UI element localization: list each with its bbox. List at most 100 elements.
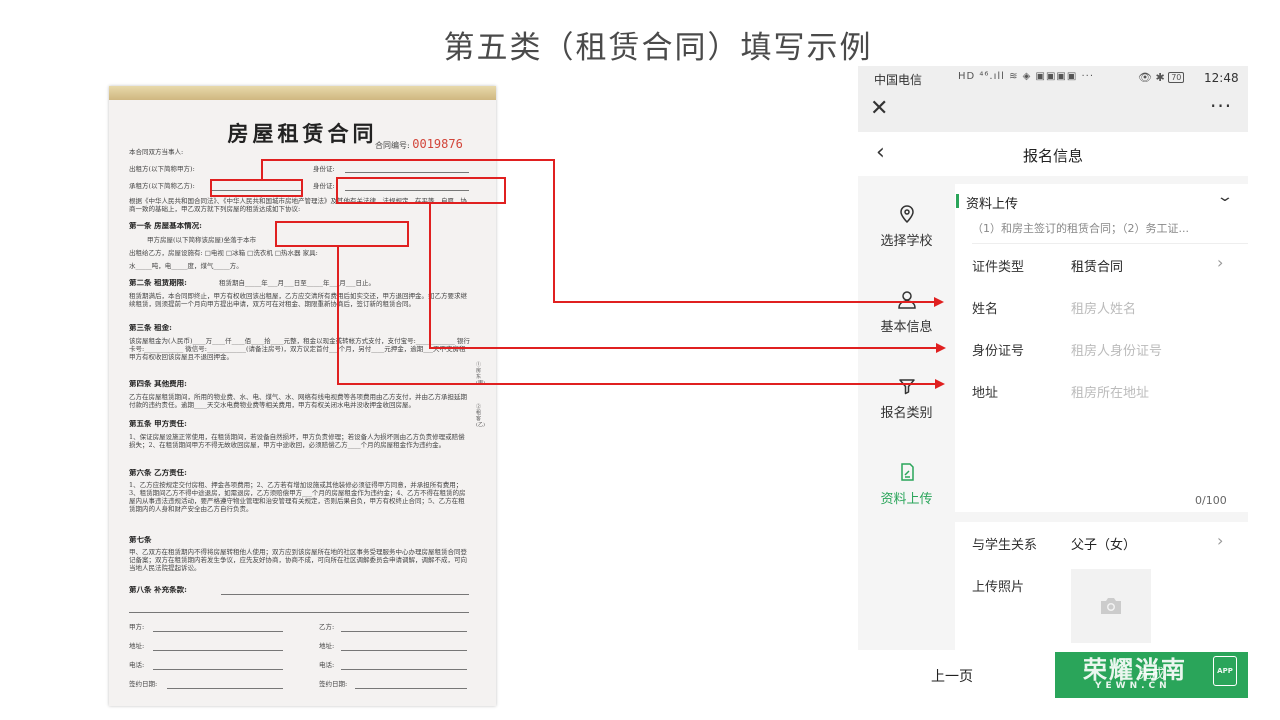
sign-date-b: 签约日期:: [319, 680, 348, 688]
blank-line: [211, 190, 301, 191]
sign-phone-b: 电话:: [319, 661, 335, 669]
sidebar-item-select-school[interactable]: 选择学校: [858, 204, 955, 249]
name-input[interactable]: 租房人姓名: [1071, 298, 1136, 317]
relation-row[interactable]: 与学生关系 父子（女） ›: [955, 522, 1248, 564]
webview-top-bar: ✕ ···: [858, 90, 1248, 132]
blank-line: [221, 594, 469, 595]
blank-line: [355, 688, 467, 689]
chevron-right-icon: ›: [1217, 253, 1224, 272]
id-number-label: 身份证号: [972, 344, 1025, 359]
rental-contract-document: 房屋租赁合同 合同编号: 0019876 本合同双方当事人: 出租方(以下简称甲…: [109, 86, 496, 706]
blank-line: [153, 631, 283, 632]
contract-article-3-body: 该房屋租金为(人民币)____万____仟____佰____拾____元整，租金…: [129, 337, 470, 361]
close-icon[interactable]: ✕: [870, 96, 888, 121]
blank-line: [341, 650, 467, 651]
address-row: 地址 租房所在地址: [955, 370, 1248, 412]
contract-intro: 根据《中华人民共和国合同法》、《中华人民共和国城市房地产管理法》及其他有关法律、…: [129, 197, 467, 213]
form-panel: 资料上传 ⌄ （1）和房主签订的租赁合同；（2）务工证... 证件类型 租赁合同…: [955, 184, 1248, 650]
contract-article-2-body: 租赁期自_____年___月___日至_____年___月___日止。: [219, 279, 375, 287]
contract-article-6: 第六条 乙方责任:: [129, 469, 187, 477]
id-number-input[interactable]: 租房人身份证号: [1071, 340, 1162, 359]
relation-label: 与学生关系: [972, 538, 1038, 553]
contract-article-7-body: 甲、乙双方在租赁期内不得将房屋转租他人使用；双方应到该房屋所在地的社区事务受理服…: [129, 548, 467, 572]
document-edit-icon: [900, 463, 914, 481]
more-options-button[interactable]: ···: [1210, 94, 1232, 118]
contract-lessee-line: 承租方(以下简称乙方):: [129, 182, 195, 190]
sidebar-item-basic-info[interactable]: 基本信息: [858, 290, 955, 335]
status-time: 12:48: [1204, 71, 1239, 85]
relation-value: 父子（女）: [1071, 538, 1137, 553]
address-label: 地址: [972, 386, 999, 401]
sign-party-b: 乙方:: [319, 623, 335, 631]
nav-bar: ‹ 报名信息: [858, 132, 1248, 176]
blank-line: [153, 650, 283, 651]
name-row: 姓名 租房人姓名: [955, 286, 1248, 328]
contract-article-1-body-2: 出租给乙方，房屋设施有: □电视 □冰箱 □洗衣机 □热水器 家具:: [129, 249, 318, 257]
address-input[interactable]: 租房所在地址: [1071, 382, 1149, 401]
eye-bluetooth-icon: 👁 ✱: [1138, 71, 1165, 84]
sidebar-item-upload[interactable]: 资料上传: [858, 462, 955, 507]
doc-type-row[interactable]: 证件类型 租赁合同 ›: [955, 244, 1248, 286]
contract-article-5-body: 1、保证房屋设施正常使用，在租赁期间，若设备自然损坏，甲方负责修理；若设备人为损…: [129, 433, 465, 449]
section-title: 资料上传: [966, 197, 1019, 212]
blank-line: [345, 172, 469, 173]
contract-article-4: 第四条 其他费用:: [129, 380, 187, 388]
carrier-name: 中国电信: [874, 73, 923, 87]
section-header[interactable]: 资料上传 ⌄: [955, 184, 1248, 222]
section-description: （1）和房主签订的租赁合同；（2）务工证...: [972, 222, 1189, 235]
contract-id-card-2: 身份证:: [313, 182, 335, 190]
sign-date-a: 签约日期:: [129, 680, 158, 688]
section-accent-bar: [956, 194, 959, 208]
side-note-tenant: ②租客(乙): [476, 404, 485, 428]
contract-article-2-body-2: 租赁期满后，本合同即终止，甲方有权收回该出租屋，乙方应交清所有费用后如实交还，甲…: [129, 292, 467, 308]
sign-phone-a: 电话:: [129, 661, 145, 669]
sidebar-item-category[interactable]: 报名类别: [858, 376, 955, 421]
chevron-right-icon: ›: [1217, 531, 1224, 550]
contract-article-8: 第八条 补充条款:: [129, 586, 187, 594]
done-button[interactable]: 完成: [1055, 652, 1248, 698]
location-pin-icon: [899, 205, 914, 224]
contract-lessor-line: 出租方(以下简称甲方):: [129, 165, 195, 173]
step-sidebar: 选择学校 基本信息 报名类别 资料上传: [858, 176, 955, 650]
sidebar-item-label: 基本信息: [880, 320, 933, 335]
contract-article-1-body: 甲方房屋(以下简称该房屋)坐落于本市: [147, 236, 257, 244]
contract-article-6-body: 1、乙方应按规定交付房租、押金各项费用；2、乙方若有增加设施或其他装修必须征得甲…: [129, 481, 466, 513]
page-title: 报名信息: [1022, 147, 1083, 165]
blank-line: [341, 669, 467, 670]
photo-upload-button[interactable]: [1071, 569, 1151, 643]
phone-screen: 中国电信 HD ⁴⁶.ıll ≋ ◈ ▣▣▣▣ ··· 👁 ✱ 70 12:48…: [858, 66, 1248, 700]
photo-label: 上传照片: [972, 580, 1025, 595]
blank-line: [345, 190, 469, 191]
signal-icon: HD ⁴⁶.ıll ≋ ◈ ▣▣▣▣ ···: [958, 71, 1095, 82]
sign-address-b: 地址:: [319, 642, 335, 650]
contract-article-3: 第三条 租金:: [129, 324, 172, 332]
sidebar-item-label: 选择学校: [880, 234, 933, 249]
blank-line: [153, 669, 283, 670]
section-gap: [955, 512, 1248, 522]
status-bar: 中国电信 HD ⁴⁶.ıll ≋ ◈ ▣▣▣▣ ··· 👁 ✱ 70 12:48: [858, 66, 1248, 90]
prev-page-button[interactable]: 上一页: [931, 666, 973, 686]
scroll-rod: [109, 86, 496, 100]
doc-type-label: 证件类型: [972, 260, 1025, 275]
chevron-down-icon[interactable]: ⌄: [1216, 189, 1234, 205]
person-icon: [897, 291, 916, 309]
blank-line: [167, 688, 283, 689]
bottom-action-bar: 上一页 完成: [858, 650, 1248, 700]
filter-icon: [898, 379, 915, 395]
blank-line: [341, 631, 467, 632]
contract-article-1: 第一条 房屋基本情况:: [129, 222, 202, 230]
contract-article-4-body: 乙方在房屋租赁期间，所用的物业费、水、电、煤气、水、网络有线电视费等各项费用由乙…: [129, 393, 467, 409]
contract-article-1-body-3: 水_____吨，电_____度，煤气_____方。: [129, 262, 243, 270]
sidebar-item-label: 报名类别: [880, 406, 933, 421]
battery-icon: 70: [1168, 72, 1185, 83]
contract-article-5: 第五条 甲方责任:: [129, 420, 187, 428]
blank-line: [129, 612, 469, 613]
id-number-row: 身份证号 租房人身份证号: [955, 328, 1248, 370]
sign-address-a: 地址:: [129, 642, 145, 650]
status-right-icons: 👁 ✱ 70: [1138, 71, 1185, 84]
contract-article-7: 第七条: [129, 536, 152, 544]
doc-type-value: 租赁合同: [1071, 260, 1124, 275]
side-note-landlord: ①房东(甲): [476, 362, 485, 386]
sign-party-a: 甲方:: [129, 623, 145, 631]
address-char-counter: 0/100: [1195, 494, 1227, 507]
